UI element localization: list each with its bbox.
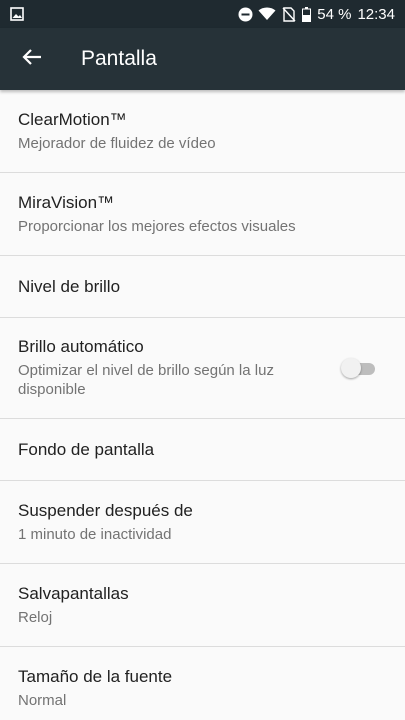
app-bar: Pantalla [0,28,405,90]
setting-title: Tamaño de la fuente [18,667,173,686]
setting-title: Fondo de pantalla [18,439,155,459]
toggle-thumb [341,358,361,378]
setting-auto-brightness[interactable]: Brillo automático Optimizar el nivel de … [0,318,405,419]
setting-summary: Proporcionar los mejores efectos visuale… [18,217,296,235]
setting-miravision[interactable]: MiraVision™ Proporcionar los mejores efe… [0,173,405,256]
page-title: Pantalla [81,47,157,70]
setting-title: Nivel de brillo [18,276,121,296]
image-icon [10,7,24,21]
setting-summary: Mejorador de fluidez de vídeo [18,134,216,152]
setting-sleep[interactable]: Suspender después de 1 minuto de inactiv… [0,481,405,564]
setting-title: ClearMotion™ [18,109,127,129]
clock: 12:34 [357,5,395,23]
setting-font-size[interactable]: Tamaño de la fuente Normal [0,647,405,720]
setting-summary: Reloj [18,608,53,626]
setting-summary: 1 minuto de inactividad [18,525,172,543]
battery-icon [302,7,312,22]
back-arrow-icon [22,47,42,72]
status-bar: 54 % 12:34 [0,0,405,28]
dnd-icon [238,7,253,22]
battery-percent: 54 % [317,5,352,23]
no-sim-icon [282,7,296,22]
back-button[interactable] [0,28,64,90]
setting-summary: Optimizar el nivel de brillo según la lu… [18,362,274,398]
setting-title: MiraVision™ [18,192,115,212]
auto-brightness-toggle[interactable] [341,358,377,378]
setting-title: Brillo automático [18,337,144,356]
setting-wallpaper[interactable]: Fondo de pantalla [0,419,405,481]
setting-screensaver[interactable]: Salvapantallas Reloj [0,564,405,647]
settings-list: ClearMotion™ Mejorador de fluidez de víd… [0,90,405,720]
wifi-icon [258,7,276,21]
setting-brightness-level[interactable]: Nivel de brillo [0,256,405,318]
setting-title: Salvapantallas [18,583,129,603]
setting-title: Suspender después de [18,500,193,520]
setting-clearmotion[interactable]: ClearMotion™ Mejorador de fluidez de víd… [0,90,405,173]
setting-summary: Normal [18,692,67,709]
